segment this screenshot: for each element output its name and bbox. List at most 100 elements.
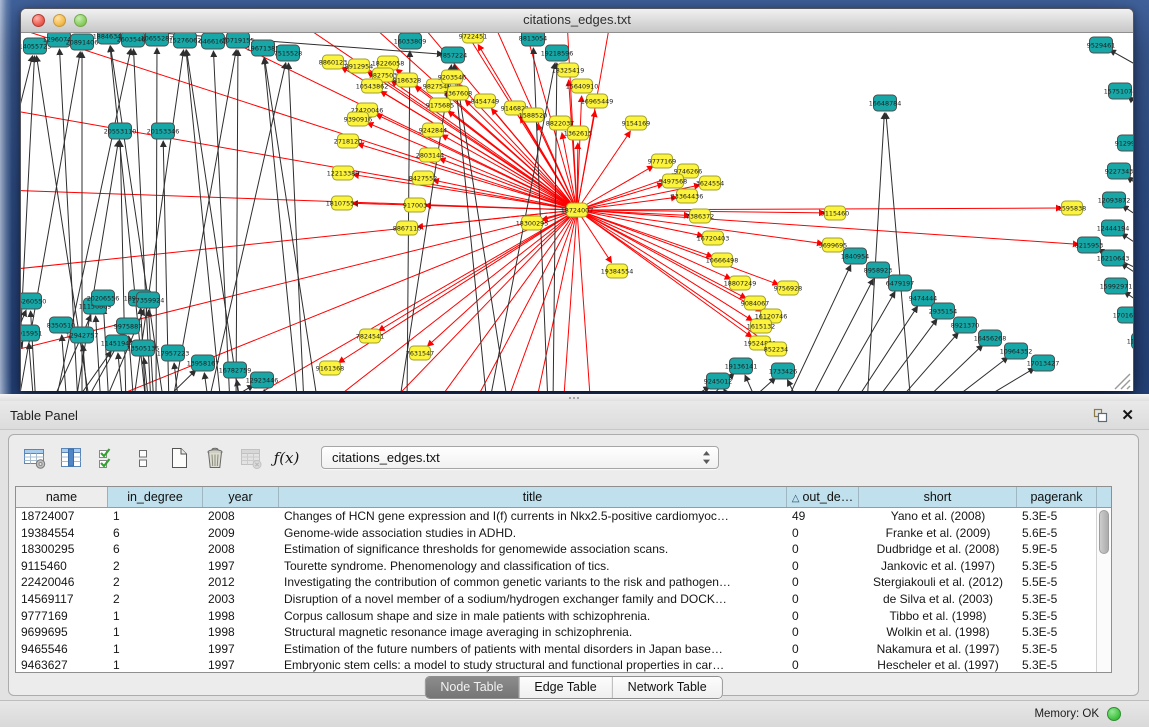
table-cell[interactable]: 18300295 (16, 541, 108, 558)
tab-edge-table[interactable]: Edge Table (518, 677, 611, 698)
table-cell[interactable]: Changes of HCN gene expression and I(f) … (279, 508, 787, 525)
graph-node[interactable]: 20553110 (104, 123, 137, 139)
graph-node[interactable]: 8867110 (393, 221, 421, 235)
table-cell[interactable]: 2008 (203, 508, 279, 525)
graph-edge[interactable] (21, 310, 26, 391)
graph-node[interactable]: 917003 (403, 198, 427, 212)
graph-node[interactable]: 9756928 (774, 281, 802, 295)
table-cell[interactable]: Corpus callosum shape and size in male p… (279, 608, 787, 625)
graph-edge[interactable] (895, 333, 958, 391)
graph-edge[interactable] (186, 50, 240, 391)
graph-node[interactable]: 10666498 (706, 253, 739, 267)
graph-node[interactable]: 9129966 (1115, 135, 1133, 151)
node-attribute-table[interactable]: namein_degreeyeartitle△out_de…shortpager… (15, 486, 1112, 673)
graph-node[interactable]: 26260550 (21, 293, 46, 309)
new-document-button[interactable] (165, 444, 192, 471)
graph-node[interactable]: 16720403 (697, 231, 730, 245)
graph-node[interactable]: 18107554 (326, 196, 359, 210)
table-cell[interactable]: Estimation of the future numbers of pati… (279, 641, 787, 658)
graph-node[interactable]: 9390916 (344, 112, 372, 126)
graph-edge[interactable] (217, 385, 253, 391)
table-cell[interactable]: 14569117 (16, 591, 108, 608)
table-cell[interactable]: Tibbo et al. (1998) (859, 608, 1017, 625)
network-view-canvas[interactable]: 1405572512960744208914061884634726035462… (21, 33, 1133, 391)
table-row[interactable]: 1830029562008Estimation of significance … (16, 541, 1096, 558)
graph-node[interactable]: 16965449 (581, 94, 614, 108)
graph-node[interactable]: 17359924 (132, 292, 165, 308)
table-cell[interactable]: 6 (108, 541, 203, 558)
delete-trash-button[interactable] (201, 444, 228, 471)
graph-node[interactable]: 12942757 (66, 327, 99, 343)
table-cell[interactable]: 5.3E-5 (1017, 558, 1096, 575)
table-cell[interactable]: 1998 (203, 624, 279, 641)
table-cell[interactable]: 2012 (203, 574, 279, 591)
table-cell[interactable]: 5.3E-5 (1017, 657, 1096, 672)
table-cell[interactable]: 5.6E-5 (1017, 525, 1096, 542)
table-row[interactable]: 969969511998Structural magnetic resonanc… (16, 624, 1096, 641)
graph-node[interactable]: 9529461 (1087, 37, 1115, 53)
graph-node[interactable]: 1615132 (747, 319, 775, 333)
table-cell[interactable]: 0 (787, 591, 859, 608)
graph-edge[interactable] (867, 113, 884, 391)
table-cell[interactable]: Stergiakouli et al. (2012) (859, 574, 1017, 591)
graph-node[interactable]: 7824541 (356, 329, 384, 343)
graph-edge[interactable] (577, 210, 668, 391)
graph-node[interactable]: 12093872 (1098, 192, 1131, 208)
table-cell[interactable]: 1997 (203, 641, 279, 658)
table-row[interactable]: 946554611997Estimation of the future num… (16, 641, 1096, 658)
table-cell[interactable]: Nakamura et al. (1997) (859, 641, 1017, 658)
graph-node[interactable]: 20206556 (87, 290, 120, 306)
column-header-out_de[interactable]: △out_de… (787, 487, 859, 507)
graph-node[interactable]: 7857224 (439, 47, 467, 63)
table-cell[interactable]: 0 (787, 608, 859, 625)
table-row[interactable]: 1872400712008Changes of HCN gene express… (16, 508, 1096, 525)
table-cell[interactable]: 0 (787, 525, 859, 542)
float-window-icon[interactable] (1093, 408, 1108, 423)
table-cell[interactable]: 5.5E-5 (1017, 574, 1096, 591)
network-view-window[interactable]: citations_edges.txt 14055725129607442089… (20, 8, 1134, 391)
table-cell[interactable]: Embryonic stem cells: a model to study s… (279, 657, 787, 672)
graph-edge[interactable] (236, 50, 238, 391)
graph-node[interactable]: 16456268 (974, 330, 1007, 346)
table-row[interactable]: 977716911998Corpus callosum shape and si… (16, 608, 1096, 625)
panel-splitter[interactable] (0, 394, 1149, 401)
graph-node[interactable]: 13505135 (127, 340, 160, 356)
table-cell[interactable]: 0 (787, 541, 859, 558)
table-cell[interactable]: Estimation of significance thresholds fo… (279, 541, 787, 558)
zoom-window-button[interactable] (74, 14, 87, 27)
graph-node[interactable]: 1733426 (769, 363, 797, 379)
table-cell[interactable]: 9463627 (16, 657, 108, 672)
graph-edge[interactable] (72, 351, 111, 391)
graph-node[interactable]: 8454749 (471, 94, 499, 108)
graph-node[interactable]: 20153346 (147, 123, 180, 139)
graph-node[interactable]: 8215953 (1075, 237, 1103, 253)
tab-network-table[interactable]: Network Table (612, 677, 722, 698)
graph-node[interactable]: 23364436 (671, 189, 704, 203)
graph-node[interactable]: 3624554 (696, 176, 724, 190)
table-cell[interactable]: 9465546 (16, 641, 108, 658)
table-cell[interactable]: 0 (787, 641, 859, 658)
table-cell[interactable]: 1 (108, 508, 203, 525)
window-resize-grip[interactable] (1115, 374, 1130, 389)
graph-node[interactable]: 10964352 (1000, 343, 1033, 359)
column-header-title[interactable]: title (279, 487, 787, 507)
table-cell[interactable]: Investigating the contribution of common… (279, 574, 787, 591)
graph-node[interactable]: 2935154 (929, 303, 957, 319)
graph-node[interactable]: 9242844 (419, 123, 447, 137)
scrollbar-thumb[interactable] (1099, 510, 1109, 554)
graph-node[interactable]: 19136141 (725, 358, 758, 374)
table-cell[interactable]: Hescheler et al. (1997) (859, 657, 1017, 672)
table-cell[interactable]: 9777169 (16, 608, 108, 625)
graph-node[interactable]: 1840954 (841, 248, 869, 264)
table-cell[interactable]: 0 (787, 657, 859, 672)
table-cell[interactable]: 1998 (203, 608, 279, 625)
graph-node[interactable]: 16648784 (869, 95, 902, 111)
graph-edge[interactable] (577, 208, 1062, 210)
graph-node[interactable]: 15992971 (1100, 278, 1133, 294)
graph-edge[interactable] (830, 292, 895, 391)
graph-node[interactable]: 9245012 (704, 373, 732, 389)
column-header-pagerank[interactable]: pagerank (1017, 487, 1097, 507)
graph-edge[interactable] (307, 210, 577, 391)
table-cell[interactable]: 5.3E-5 (1017, 508, 1096, 525)
select-columns-button[interactable] (57, 444, 84, 471)
